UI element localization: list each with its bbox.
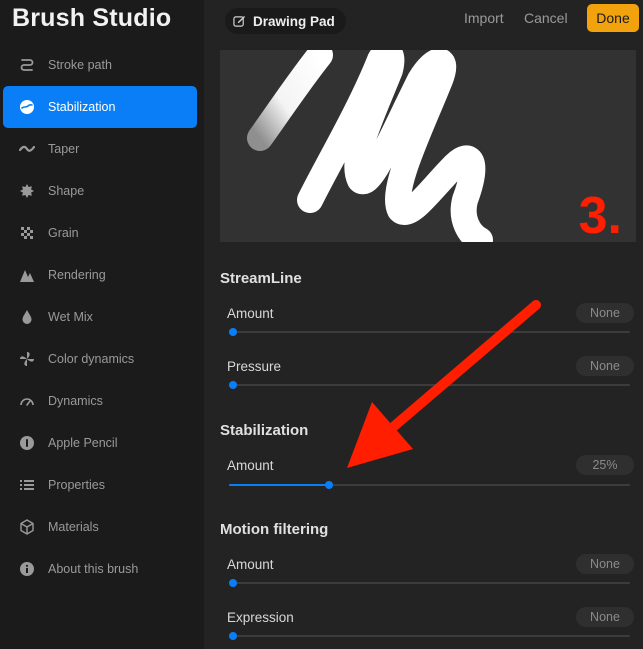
streamline-amount-value: None: [576, 303, 634, 323]
materials-icon: [18, 518, 36, 536]
edit-icon: [233, 15, 245, 27]
sidebar-item-stabilization[interactable]: Stabilization: [3, 86, 197, 128]
sidebar-item-label: Stroke path: [48, 58, 112, 72]
sidebar-list: Stroke path Stabilization Taper Shape Gr…: [0, 44, 204, 590]
done-button[interactable]: Done: [587, 4, 639, 32]
slider-knob[interactable]: [229, 328, 237, 336]
sidebar-item-shape[interactable]: Shape: [3, 170, 197, 212]
section-title-stabilization: Stabilization: [220, 422, 309, 439]
slider-knob[interactable]: [325, 481, 334, 489]
sidebar-item-label: Taper: [48, 142, 80, 156]
sidebar-item-properties[interactable]: Properties: [3, 464, 197, 506]
stabilization-amount-label: Amount: [227, 458, 274, 473]
motion-filtering-expression-label: Expression: [227, 610, 294, 625]
motion-filtering-amount-value: None: [576, 554, 634, 574]
sidebar-item-label: Apple Pencil: [48, 436, 118, 450]
stabilization-amount-slider[interactable]: [229, 481, 630, 489]
color-dynamics-icon: [18, 350, 36, 368]
motion-filtering-amount-slider[interactable]: [229, 579, 630, 587]
sidebar-item-label: Grain: [48, 226, 79, 240]
properties-icon: [18, 476, 36, 494]
dynamics-icon: [18, 392, 36, 410]
sidebar-item-color-dynamics[interactable]: Color dynamics: [3, 338, 197, 380]
grain-icon: [18, 224, 36, 242]
drawing-pad-label: Drawing Pad: [253, 13, 335, 29]
slider-fill: [229, 484, 330, 486]
stroke-path-icon: [18, 56, 36, 74]
cancel-button[interactable]: Cancel: [524, 10, 568, 26]
sidebar-item-about-this-brush[interactable]: About this brush: [3, 548, 197, 590]
motion-filtering-amount-label: Amount: [227, 557, 274, 572]
sidebar-item-grain[interactable]: Grain: [3, 212, 197, 254]
section-title-streamline: StreamLine: [220, 270, 302, 287]
sidebar-item-taper[interactable]: Taper: [3, 128, 197, 170]
streamline-amount-slider[interactable]: [229, 328, 630, 336]
shape-icon: [18, 182, 36, 200]
sidebar-item-wet-mix[interactable]: Wet Mix: [3, 296, 197, 338]
wet-mix-icon: [18, 308, 36, 326]
sidebar-item-dynamics[interactable]: Dynamics: [3, 380, 197, 422]
streamline-pressure-slider[interactable]: [229, 381, 630, 389]
slider-knob[interactable]: [229, 579, 237, 587]
sidebar-item-label: Rendering: [48, 268, 106, 282]
streamline-amount-label: Amount: [227, 306, 274, 321]
sidebar-item-label: Color dynamics: [48, 352, 135, 366]
brush-preview[interactable]: 3.: [220, 50, 636, 242]
sidebar-item-label: Stabilization: [48, 100, 116, 114]
stabilization-icon: [18, 98, 36, 116]
sidebar-item-label: Materials: [48, 520, 99, 534]
streamline-pressure-value: None: [576, 356, 634, 376]
step-annotation: 3.: [578, 187, 622, 242]
taper-icon: [18, 140, 36, 158]
settings-panel: Drawing Pad Import Cancel Done 3. Stream…: [204, 0, 643, 649]
drawing-pad-button[interactable]: Drawing Pad: [225, 8, 346, 34]
sidebar: Brush Studio Stroke path Stabilization T…: [0, 0, 204, 649]
motion-filtering-expression-slider[interactable]: [229, 632, 630, 640]
brush-stroke-preview: [247, 50, 493, 242]
import-button[interactable]: Import: [464, 10, 504, 26]
slider-knob[interactable]: [229, 632, 237, 640]
sidebar-item-materials[interactable]: Materials: [3, 506, 197, 548]
apple-pencil-icon: [18, 434, 36, 452]
slider-knob[interactable]: [229, 381, 237, 389]
toolbar: Drawing Pad Import Cancel Done: [204, 0, 643, 40]
sidebar-item-label: Dynamics: [48, 394, 103, 408]
info-icon: [18, 560, 36, 578]
sidebar-item-label: Shape: [48, 184, 85, 198]
sidebar-item-label: Properties: [48, 478, 105, 492]
motion-filtering-expression-value: None: [576, 607, 634, 627]
sidebar-item-stroke-path[interactable]: Stroke path: [3, 44, 197, 86]
rendering-icon: [18, 266, 36, 284]
streamline-pressure-label: Pressure: [227, 359, 282, 374]
app-title: Brush Studio: [12, 4, 172, 32]
sidebar-item-apple-pencil[interactable]: Apple Pencil: [3, 422, 197, 464]
stabilization-amount-value: 25%: [576, 455, 634, 475]
sidebar-item-label: Wet Mix: [48, 310, 93, 324]
sidebar-item-rendering[interactable]: Rendering: [3, 254, 197, 296]
section-title-motion-filtering: Motion filtering: [220, 521, 329, 538]
sidebar-item-label: About this brush: [48, 562, 139, 576]
